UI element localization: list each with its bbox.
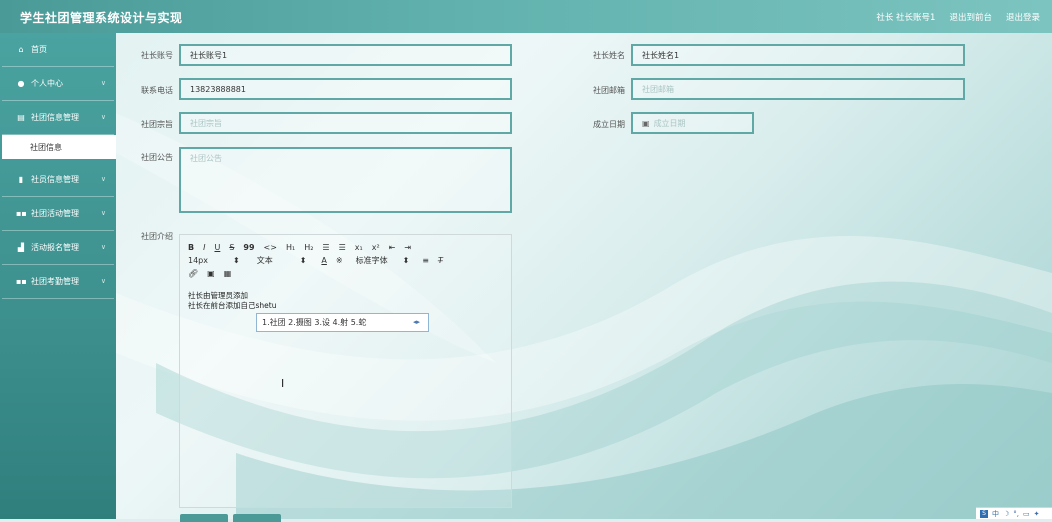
top-bar: 学生社团管理系统设计与实现 社长 社长账号1 退出到前台 退出登录	[0, 0, 1052, 33]
motto-field[interactable]: 社团宗旨	[179, 112, 512, 134]
grid-icon: ▪▪	[16, 277, 27, 286]
background-color-icon[interactable]: ※	[336, 256, 343, 265]
notice-label: 社团公告	[141, 153, 173, 162]
motto-label: 社团宗旨	[141, 120, 173, 129]
sidebar: ⌂ 首页 ● 个人中心 ∨ ▤ 社团信息管理 ∨ 社团信息 ▮ 社员信息管理 ∨…	[0, 33, 116, 519]
font-color-icon[interactable]: A	[321, 256, 326, 265]
font-family-select[interactable]: 标准字体	[356, 255, 388, 266]
sidebar-item-club-info[interactable]: ▤ 社团信息管理 ∨	[2, 101, 114, 135]
chevron-updown-icon: ⬍	[402, 256, 410, 265]
sidebar-item-label: 社团信息管理	[31, 113, 79, 122]
ordered-list-button[interactable]: ☰	[322, 243, 329, 252]
notice-textarea[interactable]: 社团公告	[179, 147, 512, 213]
account-field[interactable]: 社长账号1	[179, 44, 512, 66]
subscript-button[interactable]: x₁	[355, 243, 363, 252]
chevron-down-icon: ∨	[100, 79, 106, 87]
italic-button[interactable]: I	[203, 243, 205, 252]
bold-button[interactable]: B	[188, 243, 194, 252]
strike-button[interactable]: S	[229, 243, 234, 252]
chevron-down-icon: ∨	[100, 277, 106, 285]
system-tray: S 中 ☽ °, ▭ ✦	[976, 507, 1052, 519]
chevron-down-icon: ∨	[100, 175, 106, 183]
ime-candidate-popup[interactable]: 1.社团 2.摄图 3.设 4.射 5.蛇 ◂▸	[256, 313, 429, 332]
punctuation-icon[interactable]: °,	[1013, 510, 1019, 518]
logout-link[interactable]: 退出登录	[1006, 11, 1040, 23]
keyboard-icon[interactable]: ▭	[1023, 510, 1030, 518]
content-line: 社长由管理员添加	[188, 291, 248, 300]
sidebar-item-signup[interactable]: ▟ 活动报名管理 ∨	[2, 231, 114, 265]
video-icon[interactable]: ▦	[224, 269, 232, 278]
ime-language[interactable]: 中	[992, 509, 999, 519]
sidebar-item-personal[interactable]: ● 个人中心 ∨	[2, 67, 114, 101]
sidebar-item-members[interactable]: ▮ 社员信息管理 ∨	[2, 163, 114, 197]
table-icon: ▤	[17, 113, 25, 122]
name-label: 社长姓名	[593, 51, 625, 60]
sidebar-item-label: 活动报名管理	[31, 243, 79, 252]
clear-format-icon[interactable]: T̶	[438, 256, 443, 265]
sidebar-item-home[interactable]: ⌂ 首页	[2, 33, 114, 67]
user-icon: ●	[17, 79, 25, 88]
email-label: 社团邮箱	[593, 86, 625, 95]
intro-label: 社团介绍	[141, 232, 173, 241]
h2-button[interactable]: H₂	[304, 243, 313, 252]
front-link[interactable]: 退出到前台	[949, 11, 992, 23]
bullet-list-button[interactable]: ☰	[339, 243, 346, 252]
indent-button[interactable]: ⇥	[404, 243, 411, 252]
header-actions: 社长 社长账号1 退出到前台 退出登录	[876, 11, 1040, 23]
date-placeholder: 成立日期	[653, 118, 686, 128]
chevron-down-icon: ∨	[100, 243, 106, 251]
chart-icon: ▟	[17, 243, 25, 252]
chevron-down-icon: ∨	[100, 113, 106, 121]
underline-button[interactable]: U	[214, 243, 220, 252]
rich-text-editor[interactable]: B I U S 99 <> H₁ H₂ ☰ ☰ x₁ x² ⇤ ⇥ 14px ⬍…	[179, 234, 512, 508]
phone-field[interactable]: 13823888881	[179, 78, 512, 100]
settings-icon[interactable]: ✦	[1034, 510, 1040, 518]
submit-button[interactable]	[180, 514, 228, 522]
badge-icon: ▮	[18, 175, 24, 184]
current-user[interactable]: 社长 社长账号1	[876, 11, 935, 23]
sidebar-item-attendance[interactable]: ▪▪ 社团考勤管理 ∨	[2, 265, 114, 299]
chevron-down-icon: ∨	[100, 209, 106, 217]
editor-content[interactable]: 社长由管理员添加 社长在前台添加自己shetu	[188, 291, 276, 311]
sidebar-item-label: 社团活动管理	[31, 209, 79, 218]
sidebar-item-label: 首页	[31, 45, 47, 54]
text-style-select[interactable]: 文本	[257, 255, 273, 266]
cancel-button[interactable]	[233, 514, 281, 522]
moon-icon[interactable]: ☽	[1003, 510, 1009, 518]
sidebar-item-label: 社团考勤管理	[31, 277, 79, 286]
sidebar-item-label: 社员信息管理	[31, 175, 79, 184]
editor-toolbar: B I U S 99 <> H₁ H₂ ☰ ☰ x₁ x² ⇤ ⇥ 14px ⬍…	[188, 241, 488, 280]
h1-button[interactable]: H₁	[286, 243, 295, 252]
date-label: 成立日期	[593, 120, 625, 129]
home-icon: ⌂	[18, 45, 24, 54]
ime-candidates[interactable]: 1.社团 2.摄图 3.设 4.射 5.蛇	[262, 317, 366, 328]
page-arrows-icon[interactable]: ◂▸	[413, 318, 420, 326]
chevron-updown-icon: ⬍	[299, 256, 307, 265]
date-field[interactable]: ▣ 成立日期	[631, 112, 754, 134]
align-icon[interactable]: ≡	[422, 256, 429, 265]
sidebar-item-activities[interactable]: ▪▪ 社团活动管理 ∨	[2, 197, 114, 231]
content-line: 社长在前台添加自己shetu	[188, 301, 277, 310]
quote-button[interactable]: 99	[243, 243, 254, 252]
ime-logo-icon[interactable]: S	[980, 509, 988, 518]
grid-icon: ▪▪	[16, 209, 27, 218]
sidebar-subitem-club-info[interactable]: 社团信息	[2, 135, 116, 159]
calendar-icon: ▣	[642, 118, 650, 128]
phone-label: 联系电话	[141, 86, 173, 95]
superscript-button[interactable]: x²	[372, 243, 380, 252]
text-cursor-icon: I	[281, 377, 285, 390]
image-icon[interactable]: ▣	[207, 269, 215, 278]
font-size-select[interactable]: 14px	[188, 256, 208, 265]
chevron-updown-icon: ⬍	[233, 256, 240, 265]
outdent-button[interactable]: ⇤	[389, 243, 396, 252]
sidebar-item-label: 个人中心	[31, 79, 63, 88]
email-field[interactable]: 社团邮箱	[631, 78, 965, 100]
name-field[interactable]: 社长姓名1	[631, 44, 965, 66]
code-button[interactable]: <>	[264, 243, 277, 252]
account-label: 社长账号	[141, 51, 173, 60]
link-icon[interactable]: 🔗︎	[188, 269, 198, 278]
app-title: 学生社团管理系统设计与实现	[20, 11, 183, 25]
